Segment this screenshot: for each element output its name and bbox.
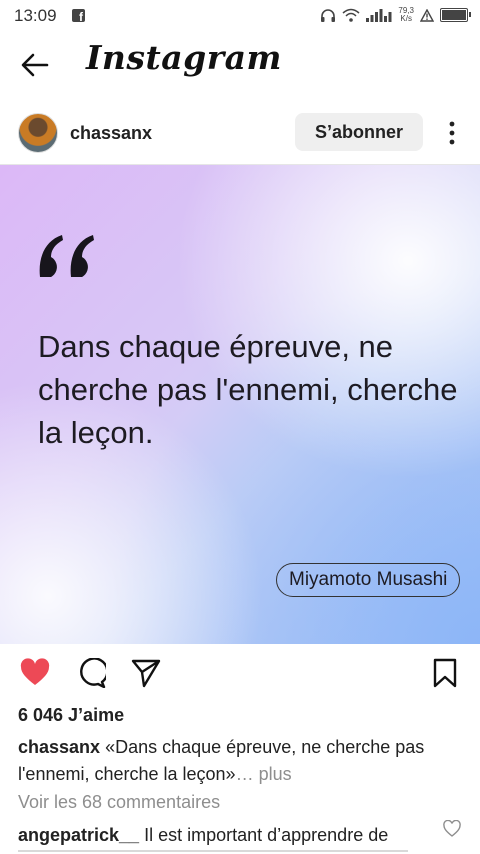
comment-text: Il est important d’apprendre de [144,825,389,845]
more-options-icon[interactable] [440,120,464,146]
comment-like-icon[interactable] [443,820,461,838]
caption-more-link[interactable]: … plus [236,764,292,784]
avatar[interactable] [18,113,58,153]
comment-username[interactable]: angepatrick__ [18,825,139,845]
post-image[interactable]: Dans chaque épreuve, ne cherche pas l'en… [0,165,480,644]
share-send-icon[interactable] [131,658,161,688]
status-bar: 13:09 f 79,3 K/s [0,0,480,30]
likes-count[interactable]: 6 046 J’aime [18,705,124,726]
post-caption: chassanx «Dans chaque épreuve, ne cherch… [18,734,468,788]
comment-item: angepatrick__ Il est important d’apprend… [18,822,428,849]
facebook-notification-icon: f [72,9,85,23]
headphones-icon [321,9,336,22]
app-header: Instagram [0,30,480,100]
post-username[interactable]: chassanx [70,123,152,144]
status-icons: 79,3 K/s [320,5,471,25]
comment-overflow-line [18,846,438,854]
quote-author: Miyamoto Musashi [276,563,461,597]
post-actions [0,644,480,702]
quote-mark-icon [39,235,94,277]
signal-icon [366,9,392,22]
wifi-icon [342,8,360,22]
quote-text: Dans chaque épreuve, ne cherche pas l'en… [38,329,458,450]
app-title: Instagram [86,38,282,77]
view-comments-link[interactable]: Voir les 68 commentaires [18,792,220,813]
post-header: chassanx S’abonner [0,100,480,165]
battery-icon [440,8,471,22]
heart-filled-icon[interactable] [20,658,50,688]
subscribe-button[interactable]: S’abonner [295,113,423,151]
speed-unit: K/s [400,14,412,23]
warning-icon [420,8,434,22]
back-arrow-icon[interactable] [18,48,52,82]
status-time: 13:09 [14,6,57,25]
caption-username[interactable]: chassanx [18,737,100,757]
network-speed: 79,3 K/s [398,7,414,23]
bookmark-icon[interactable] [430,658,460,688]
comment-icon[interactable] [76,658,106,688]
